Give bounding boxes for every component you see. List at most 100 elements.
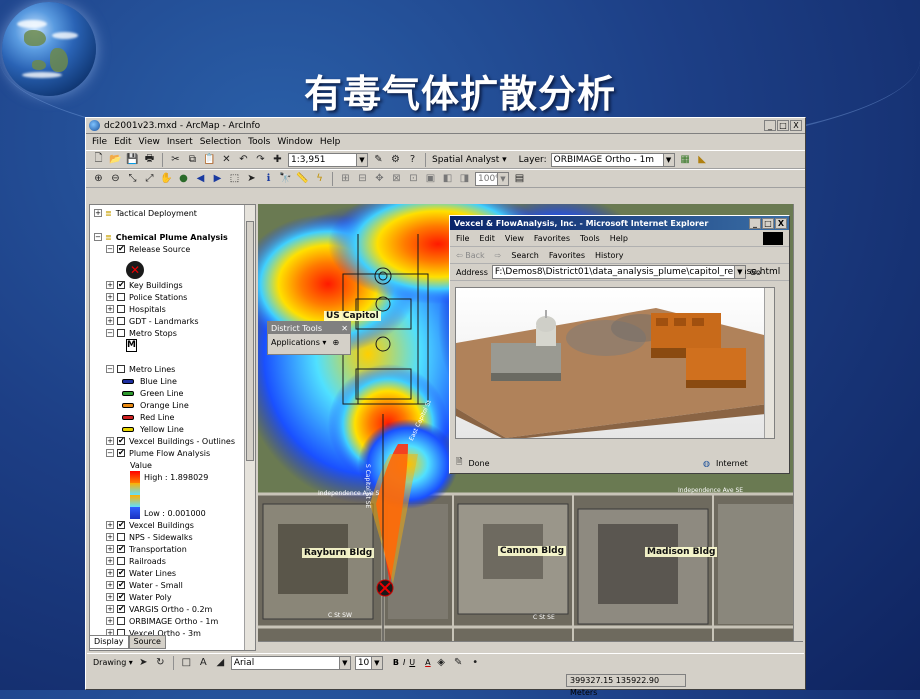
- layer-checkbox[interactable]: [117, 365, 125, 373]
- layout-back-icon[interactable]: ◧: [441, 172, 454, 185]
- toc-row[interactable]: + ✔ Vexcel Buildings: [94, 519, 255, 531]
- expand-icon[interactable]: +: [106, 281, 114, 289]
- zoom-percent-dropdown[interactable]: 100% ▼: [475, 171, 509, 186]
- expand-icon[interactable]: +: [106, 605, 114, 613]
- ie-address-input[interactable]: F:\Demos8\District01\data_analysis_plume…: [491, 265, 780, 279]
- bold-button[interactable]: B: [393, 658, 399, 667]
- save-icon[interactable]: 💾: [126, 153, 139, 166]
- toc-row[interactable]: + ✔ Transportation: [94, 543, 255, 555]
- toc-row[interactable]: + Railroads: [94, 555, 255, 567]
- menu-file[interactable]: File: [92, 137, 107, 147]
- underline-button[interactable]: U: [409, 658, 415, 667]
- select-elements-icon[interactable]: ➤: [245, 172, 258, 185]
- toc-row[interactable]: [94, 495, 255, 507]
- menu-view[interactable]: View: [139, 137, 160, 147]
- toc-row[interactable]: − Metro Stops: [94, 327, 255, 339]
- expand-icon[interactable]: +: [106, 305, 114, 313]
- toc-row[interactable]: − ≣ Chemical Plume Analysis: [94, 231, 255, 243]
- expand-icon[interactable]: +: [106, 581, 114, 589]
- arctoolbox-icon[interactable]: ⚙: [389, 153, 402, 166]
- expand-icon[interactable]: +: [106, 437, 114, 445]
- undo-icon[interactable]: ↶: [237, 153, 250, 166]
- layer-checkbox[interactable]: ✔: [117, 605, 125, 613]
- fill-color-icon[interactable]: ◈: [435, 656, 448, 669]
- ie-menu-file[interactable]: File: [456, 234, 469, 243]
- collapse-icon[interactable]: −: [106, 449, 114, 457]
- toc-row[interactable]: + ✔ Water Lines: [94, 567, 255, 579]
- back-arrow-icon[interactable]: ◀: [194, 172, 207, 185]
- toc-scrollbar[interactable]: [244, 205, 255, 650]
- select-elements-icon[interactable]: ➤: [137, 656, 150, 669]
- toc-row[interactable]: Low : 0.001000: [94, 507, 255, 519]
- layout-forward-icon[interactable]: ◨: [458, 172, 471, 185]
- toc-row[interactable]: + ✔ Vexcel Buildings - Outlines: [94, 435, 255, 447]
- ie-minimize-button[interactable]: _: [749, 217, 761, 229]
- layer-checkbox[interactable]: ✔: [117, 449, 125, 457]
- font-color-button[interactable]: A: [425, 658, 430, 667]
- toc-row[interactable]: [94, 483, 255, 495]
- layout-full-icon[interactable]: ▣: [424, 172, 437, 185]
- measure-icon[interactable]: 📏: [296, 172, 309, 185]
- toc-row[interactable]: Red Line: [94, 411, 255, 423]
- new-document-icon[interactable]: 🗋: [92, 153, 105, 166]
- expand-icon[interactable]: +: [106, 293, 114, 301]
- maximize-button[interactable]: □: [777, 120, 789, 131]
- drawing-menu[interactable]: Drawing ▾: [93, 658, 133, 667]
- histogram-icon[interactable]: ▦: [679, 153, 692, 166]
- scale-dropdown[interactable]: 1:3,951 ▼: [288, 152, 368, 167]
- ie-menu-favorites[interactable]: Favorites: [534, 234, 570, 243]
- menu-help[interactable]: Help: [320, 137, 341, 147]
- layout-zoom-in-icon[interactable]: ⊞: [339, 172, 352, 185]
- italic-button[interactable]: I: [403, 658, 405, 667]
- layer-checkbox[interactable]: ✔: [117, 581, 125, 589]
- tab-source[interactable]: Source: [128, 635, 166, 649]
- delete-icon[interactable]: ✕: [220, 153, 233, 166]
- open-folder-icon[interactable]: 📂: [109, 153, 122, 166]
- whats-this-icon[interactable]: ?: [406, 153, 419, 166]
- layer-checkbox[interactable]: [117, 305, 125, 313]
- copy-icon[interactable]: ⧉: [186, 153, 199, 166]
- layer-checkbox[interactable]: [117, 617, 125, 625]
- toc-row[interactable]: + NPS - Sidewalks: [94, 531, 255, 543]
- close-icon[interactable]: ✕: [341, 324, 348, 333]
- layer-checkbox[interactable]: ✔: [117, 569, 125, 577]
- ie-menu-tools[interactable]: Tools: [580, 234, 600, 243]
- cut-icon[interactable]: ✂: [169, 153, 182, 166]
- toc-scroll-thumb[interactable]: [246, 221, 254, 461]
- toc-row[interactable]: ✕: [94, 255, 255, 279]
- chart-icon[interactable]: ◣: [696, 153, 709, 166]
- expand-icon[interactable]: +: [106, 569, 114, 577]
- layer-checkbox[interactable]: [117, 557, 125, 565]
- map-vertical-scrollbar[interactable]: [793, 204, 803, 651]
- zoom-in-icon[interactable]: ⊕: [92, 172, 105, 185]
- toc-row[interactable]: Value: [94, 459, 255, 471]
- crosshair-icon[interactable]: ⊕: [332, 338, 339, 347]
- ie-search-button[interactable]: Search: [511, 251, 538, 260]
- layer-checkbox[interactable]: ✔: [117, 245, 125, 253]
- toc-row[interactable]: + ✔ Water - Small: [94, 579, 255, 591]
- expand-icon[interactable]: +: [106, 317, 114, 325]
- tab-display[interactable]: Display: [89, 635, 129, 649]
- toc-row[interactable]: + ≣ Tactical Deployment: [94, 207, 255, 219]
- toc-row[interactable]: + ✔ Water Poly: [94, 591, 255, 603]
- toc-row[interactable]: M: [94, 338, 255, 352]
- marker-color-icon[interactable]: •: [469, 656, 482, 669]
- full-extent-icon[interactable]: ●: [177, 172, 190, 185]
- toggle-draft-icon[interactable]: ▤: [513, 172, 526, 185]
- expand-icon[interactable]: +: [106, 593, 114, 601]
- toc-row[interactable]: + Police Stations: [94, 291, 255, 303]
- line-color-icon[interactable]: ✎: [452, 656, 465, 669]
- expand-icon[interactable]: +: [106, 617, 114, 625]
- ie-menu-help[interactable]: Help: [610, 234, 628, 243]
- fixed-zoom-in-icon[interactable]: ⤡: [126, 172, 139, 185]
- map-horizontal-scrollbar[interactable]: [258, 641, 803, 651]
- layer-checkbox[interactable]: [117, 329, 125, 337]
- expand-icon[interactable]: +: [106, 533, 114, 541]
- font-size-dropdown[interactable]: 10 ▼: [354, 655, 383, 670]
- identify-icon[interactable]: ℹ: [262, 172, 275, 185]
- font-dropdown[interactable]: Arial ▼: [230, 655, 351, 670]
- applications-menu[interactable]: Applications ▾: [271, 338, 326, 347]
- expand-icon[interactable]: +: [94, 209, 102, 217]
- toc-row[interactable]: + Hospitals: [94, 303, 255, 315]
- expand-icon[interactable]: +: [106, 557, 114, 565]
